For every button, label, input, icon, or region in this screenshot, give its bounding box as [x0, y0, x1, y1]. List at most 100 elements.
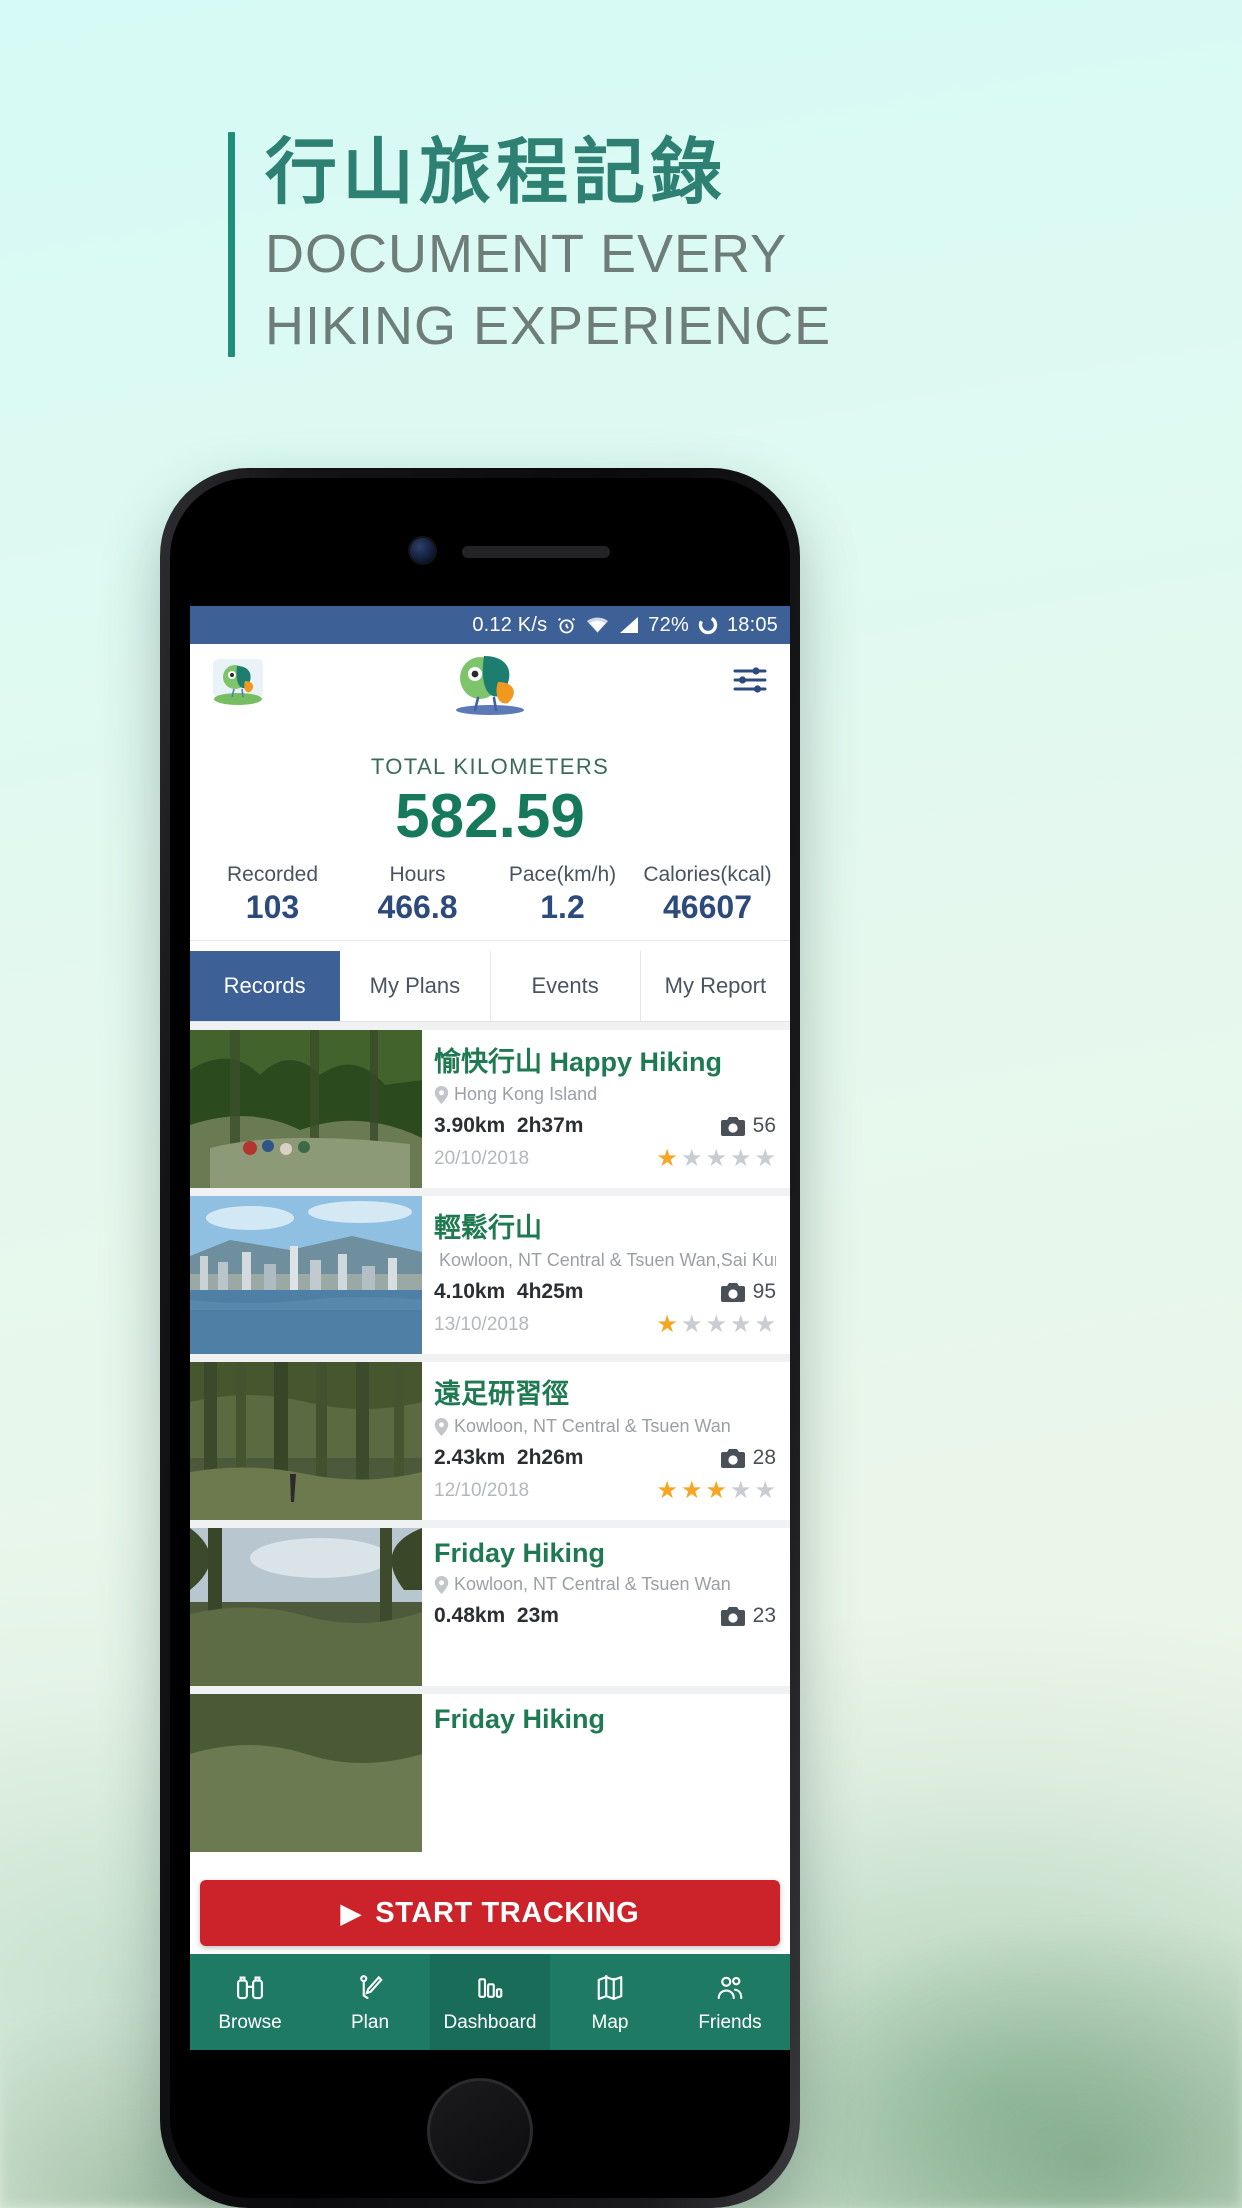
app-header	[190, 644, 790, 720]
wifi-icon	[586, 616, 609, 634]
stat-label: Pace(km/h)	[508, 863, 617, 887]
location-pin-icon	[434, 1417, 449, 1436]
stat-label: Calories(kcal)	[643, 863, 772, 887]
play-triangle-icon: ▶	[340, 1897, 362, 1928]
record-date: 13/10/2018	[434, 1314, 530, 1336]
phone-top-bezel	[170, 478, 790, 614]
battery-circle-icon	[698, 615, 718, 635]
front-camera-icon	[410, 538, 435, 563]
woodland-sky-photo	[190, 1528, 422, 1687]
location-pin-icon	[434, 1085, 449, 1104]
records-list[interactable]: 愉快行山 Happy Hiking Hong Kong Island 3.90k…	[190, 1022, 790, 1853]
record-distance-duration: 4.10km 4h25m	[434, 1280, 583, 1304]
nav-item-friends[interactable]: Friends	[670, 1954, 790, 2050]
people-icon	[715, 1971, 745, 2005]
record-rating-stars[interactable]: ★ ★ ★ ★ ★	[656, 1313, 776, 1337]
harbour-skyline-photo	[190, 1196, 422, 1355]
app-logo-bird-icon[interactable]	[212, 659, 268, 705]
record-location: Hong Kong Island	[434, 1084, 776, 1105]
earpiece-speaker	[462, 546, 610, 558]
nav-item-plan[interactable]: Plan	[310, 1954, 430, 2050]
binoculars-icon	[235, 1971, 265, 2005]
status-bar: 0.12 K/s 72% 18:05	[190, 606, 790, 644]
promo-headline: 行山旅程記錄 DOCUMENT EVERY HIKING EXPERIENCE	[228, 132, 988, 357]
stat-label: Recorded	[226, 863, 319, 887]
stat-value: 1.2	[540, 889, 585, 926]
nav-item-map[interactable]: Map	[550, 1954, 670, 2050]
tab-my-report[interactable]: My Report	[641, 951, 790, 1021]
home-button[interactable]	[427, 2078, 533, 2184]
record-photo-number: 95	[752, 1280, 776, 1304]
record-location-text: Kowloon, NT Central & Tsuen Wan	[454, 1416, 731, 1437]
alarm-clock-icon	[556, 615, 577, 636]
start-tracking-button[interactable]: ▶ START TRACKING	[200, 1880, 780, 1946]
stat-recorded: Recorded 103	[200, 863, 345, 926]
phone-device-frame: 0.12 K/s 72% 18:05 TOTAL KILOMETERS 582.…	[160, 468, 800, 2208]
record-photo-count: 28	[720, 1446, 776, 1470]
app-center-logo-bird-icon	[190, 650, 790, 716]
stat-value: 103	[245, 889, 300, 926]
stat-value: 46607	[663, 889, 752, 926]
nav-label: Dashboard	[443, 2011, 537, 2033]
record-rating-stars[interactable]: ★ ★ ★ ★ ★	[656, 1147, 776, 1171]
nav-item-browse[interactable]: Browse	[190, 1954, 310, 2050]
trail-photo	[190, 1694, 422, 1853]
camera-icon	[720, 1282, 745, 1302]
record-title: Friday Hiking	[434, 1538, 606, 1569]
total-kilometers-value: 582.59	[395, 782, 585, 851]
record-distance-duration: 3.90km 2h37m	[434, 1114, 583, 1138]
record-location: Kowloon, NT Central & Tsuen Wan	[434, 1416, 776, 1437]
tab-my-plans[interactable]: My Plans	[340, 951, 491, 1022]
stat-calories: Calories(kcal) 46607	[635, 863, 780, 926]
record-title: 遠足研習徑	[434, 1379, 569, 1410]
record-distance: 0.48km	[434, 1604, 506, 1628]
record-photo-count: 56	[720, 1114, 776, 1138]
nav-label: Friends	[698, 2011, 762, 2033]
total-kilometers-label: TOTAL KILOMETERS	[370, 754, 610, 779]
list-item[interactable]: Friday Hiking	[190, 1694, 790, 1853]
start-tracking-label: START TRACKING	[375, 1896, 640, 1929]
record-date: 20/10/2018	[434, 1148, 530, 1170]
location-pin-icon	[434, 1575, 449, 1594]
record-distance: 3.90km	[434, 1114, 506, 1138]
pine-forest-photo	[190, 1362, 422, 1521]
stat-hours: Hours 466.8	[345, 863, 490, 926]
network-speed-text: 0.12 K/s	[472, 613, 548, 636]
summary-stats-panel: TOTAL KILOMETERS 582.59 Recorded 103 Hou…	[190, 720, 790, 952]
record-duration: 2h37m	[516, 1114, 584, 1138]
headline-chinese: 行山旅程記錄	[265, 133, 728, 213]
tab-bar: Records My Plans Events My Report	[190, 951, 790, 1023]
list-item[interactable]: 遠足研習徑 Kowloon, NT Central & Tsuen Wan 2.…	[190, 1362, 790, 1521]
camera-icon	[720, 1606, 745, 1626]
list-item[interactable]: Friday Hiking Kowloon, NT Central & Tsue…	[190, 1528, 790, 1687]
record-rating-stars[interactable]: ★ ★ ★ ★ ★	[656, 1479, 776, 1503]
forest-trail-hikers-photo	[190, 1030, 422, 1189]
record-title: Friday Hiking	[434, 1704, 606, 1735]
headline-english-line1: DOCUMENT EVERY	[265, 223, 788, 284]
record-photo-number: 23	[752, 1604, 776, 1628]
nav-label: Plan	[350, 2011, 390, 2033]
record-photo-count: 95	[720, 1280, 776, 1304]
stats-row: Recorded 103 Hours 466.8 Pace(km/h) 1.2 …	[190, 863, 790, 942]
clock-time-text: 18:05	[726, 613, 778, 636]
record-duration: 2h26m	[516, 1446, 584, 1470]
folded-map-icon	[595, 1971, 625, 2005]
phone-screen: 0.12 K/s 72% 18:05 TOTAL KILOMETERS 582.…	[190, 606, 790, 2050]
stat-label: Hours	[389, 863, 446, 887]
tab-events[interactable]: Events	[491, 951, 641, 1022]
sliders-settings-icon[interactable]	[732, 665, 768, 700]
bottom-navigation-bar: Browse Plan Dashboard Map Friends	[190, 1954, 790, 2050]
nav-item-dashboard[interactable]: Dashboard	[430, 1954, 550, 2050]
record-title: 輕鬆行山	[434, 1213, 542, 1244]
record-distance-duration: 2.43km 2h26m	[434, 1446, 583, 1470]
pin-pen-icon	[355, 1971, 385, 2005]
record-date: 12/10/2018	[434, 1480, 530, 1502]
battery-percent-text: 72%	[648, 613, 689, 636]
list-item[interactable]: 愉快行山 Happy Hiking Hong Kong Island 3.90k…	[190, 1030, 790, 1189]
headline-accent-rule	[228, 132, 235, 357]
tab-records[interactable]: Records	[190, 951, 341, 1022]
bar-chart-icon	[475, 1971, 505, 2005]
record-photo-number: 56	[752, 1114, 776, 1138]
record-distance: 2.43km	[434, 1446, 506, 1470]
list-item[interactable]: 輕鬆行山 Kowloon, NT Central & Tsuen Wan,Sai…	[190, 1196, 790, 1355]
